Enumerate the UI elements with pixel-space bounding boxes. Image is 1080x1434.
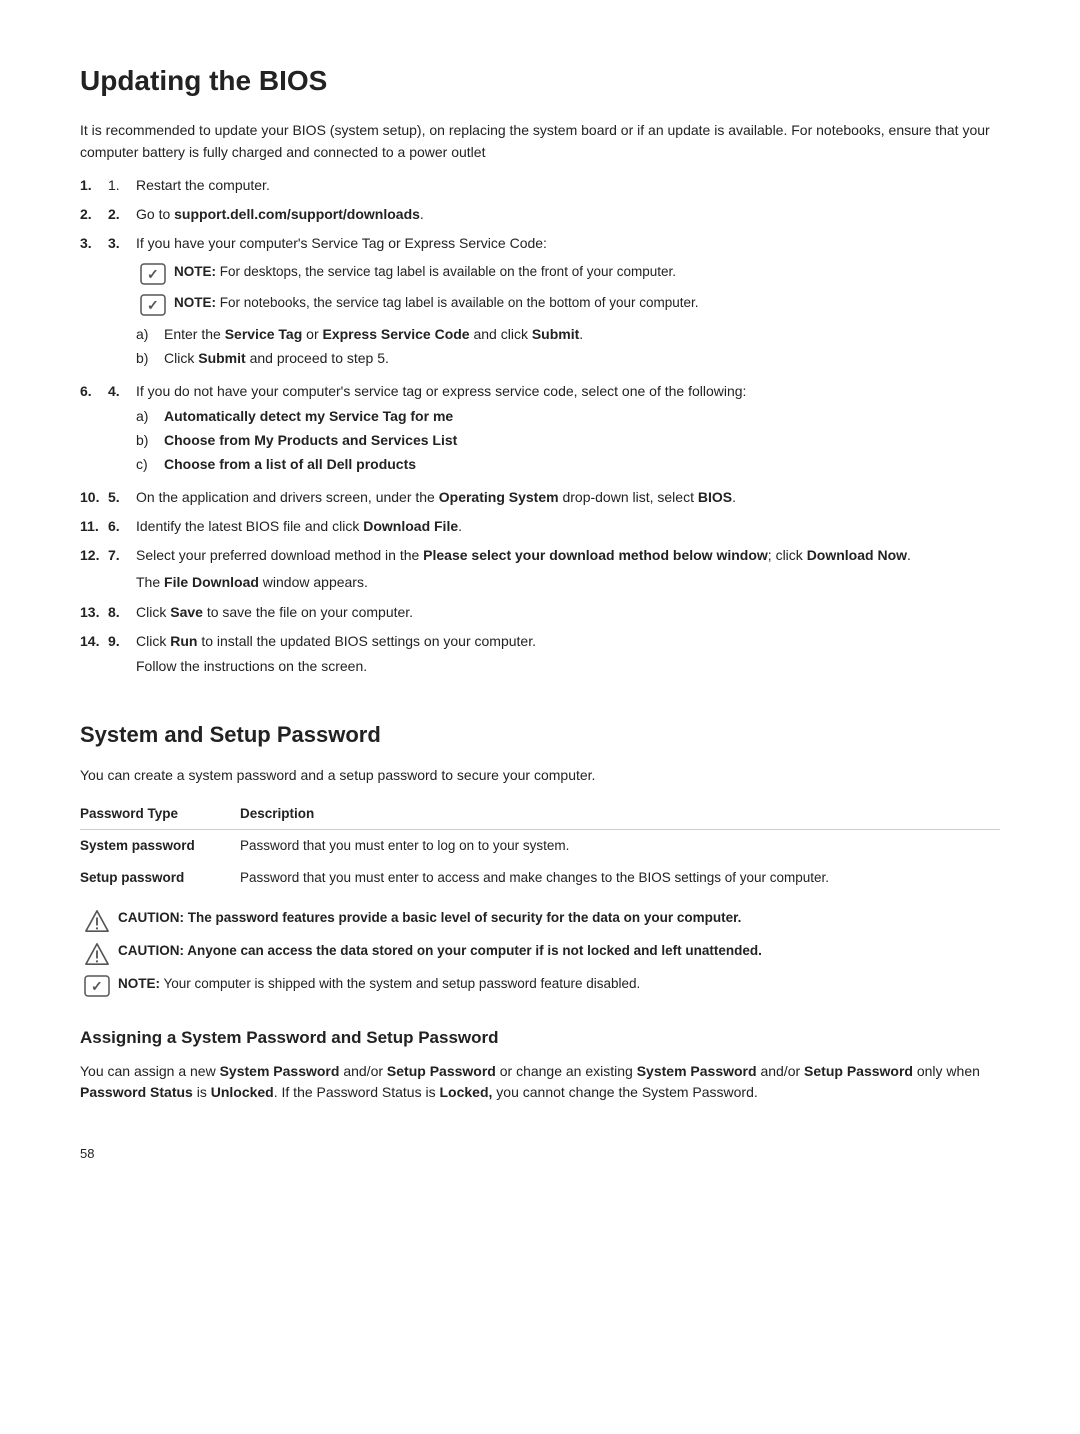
step-3a-text: Enter the Service Tag or Express Service… [164, 324, 583, 345]
note-3b: ✓ NOTE: For notebooks, the service tag l… [136, 293, 1000, 316]
step-2-number: 2. [108, 204, 136, 225]
step-4c-label: c) [136, 454, 164, 475]
note-icon-password: ✓ [84, 975, 110, 997]
caution-text-1: CAUTION: The password features provide a… [118, 908, 1000, 928]
table-header-type: Password Type [80, 800, 240, 829]
caution-2: CAUTION: Anyone can access the data stor… [80, 941, 1000, 966]
table-cell-setup-type: Setup password [80, 862, 240, 894]
caution-text-2: CAUTION: Anyone can access the data stor… [118, 941, 1000, 961]
step-7: 7. Select your preferred download method… [80, 545, 1000, 594]
step-3a: a) Enter the Service Tag or Express Serv… [136, 324, 1000, 345]
step-6-content: Identify the latest BIOS file and click … [136, 516, 1000, 537]
table-header-description: Description [240, 800, 1000, 829]
caution-1: CAUTION: The password features provide a… [80, 908, 1000, 933]
step-8-number: 8. [108, 602, 136, 623]
step-9-number: 9. [108, 631, 136, 652]
step-8-content: Click Save to save the file on your comp… [136, 602, 1000, 623]
page-number: 58 [80, 1144, 1000, 1164]
step-4a-label: a) [136, 406, 164, 427]
table-row-setup: Setup password Password that you must en… [80, 862, 1000, 894]
table-cell-system-desc: Password that you must enter to log on t… [240, 829, 1000, 862]
subsection-text: You can assign a new System Password and… [80, 1061, 1000, 1104]
step-7-content: Select your preferred download method in… [136, 545, 1000, 594]
step-5-content: On the application and drivers screen, u… [136, 487, 1000, 508]
step-2: 2. Go to support.dell.com/support/downlo… [80, 204, 1000, 225]
note-icon-3b: ✓ [140, 294, 166, 316]
subsection-title: Assigning a System Password and Setup Pa… [80, 1025, 1000, 1051]
step-4a: a) Automatically detect my Service Tag f… [136, 406, 1000, 427]
password-intro: You can create a system password and a s… [80, 765, 1000, 787]
svg-text:✓: ✓ [147, 297, 159, 313]
step-8: 8. Click Save to save the file on your c… [80, 602, 1000, 623]
step-5: 5. On the application and drivers screen… [80, 487, 1000, 508]
caution-icon-2 [84, 942, 110, 966]
bios-intro: It is recommended to update your BIOS (s… [80, 120, 1000, 163]
bios-steps-list: 1. Restart the computer. 2. Go to suppor… [80, 175, 1000, 677]
step-3b-label: b) [136, 348, 164, 369]
step-4c: c) Choose from a list of all Dell produc… [136, 454, 1000, 475]
step-4b-label: b) [136, 430, 164, 451]
step-3-sub: a) Enter the Service Tag or Express Serv… [136, 324, 1000, 369]
step-7-number: 7. [108, 545, 136, 566]
svg-text:✓: ✓ [147, 266, 159, 282]
note-icon-3a: ✓ [140, 263, 166, 285]
table-cell-setup-desc: Password that you must enter to access a… [240, 862, 1000, 894]
step-9: 9. Click Run to install the updated BIOS… [80, 631, 1000, 678]
step-3-number: 3. [108, 233, 136, 254]
step-4-content: If you do not have your computer's servi… [136, 381, 1000, 479]
step-4b-text: Choose from My Products and Services Lis… [164, 430, 457, 451]
step-4: 4. If you do not have your computer's se… [80, 381, 1000, 479]
step-3: 3. If you have your computer's Service T… [80, 233, 1000, 373]
note-text-3b: NOTE: For notebooks, the service tag lab… [174, 293, 1000, 313]
step-3b: b) Click Submit and proceed to step 5. [136, 348, 1000, 369]
password-title: System and Setup Password [80, 718, 1000, 751]
step-4-number: 4. [108, 381, 136, 402]
step-9-content: Click Run to install the updated BIOS se… [136, 631, 1000, 678]
step-3b-text: Click Submit and proceed to step 5. [164, 348, 389, 369]
step-1-number: 1. [108, 175, 136, 196]
step-4c-text: Choose from a list of all Dell products [164, 454, 416, 475]
caution-icon-1 [84, 909, 110, 933]
step-6: 6. Identify the latest BIOS file and cli… [80, 516, 1000, 537]
password-table: Password Type Description System passwor… [80, 800, 1000, 894]
svg-text:✓: ✓ [91, 978, 103, 994]
password-note: ✓ NOTE: Your computer is shipped with th… [80, 974, 1000, 997]
step-3a-label: a) [136, 324, 164, 345]
table-cell-system-type: System password [80, 829, 240, 862]
step-6-number: 6. [108, 516, 136, 537]
note-text-password: NOTE: Your computer is shipped with the … [118, 974, 1000, 994]
step-2-content: Go to support.dell.com/support/downloads… [136, 204, 1000, 225]
step-1-content: Restart the computer. [136, 175, 1000, 196]
step-1: 1. Restart the computer. [80, 175, 1000, 196]
bios-title: Updating the BIOS [80, 60, 1000, 102]
note-3a: ✓ NOTE: For desktops, the service tag la… [136, 262, 1000, 285]
step-4a-text: Automatically detect my Service Tag for … [164, 406, 453, 427]
step-3-content: If you have your computer's Service Tag … [136, 233, 1000, 373]
table-row-system: System password Password that you must e… [80, 829, 1000, 862]
step-4-sub: a) Automatically detect my Service Tag f… [136, 406, 1000, 475]
note-text-3a: NOTE: For desktops, the service tag labe… [174, 262, 1000, 282]
step-4b: b) Choose from My Products and Services … [136, 430, 1000, 451]
step-5-number: 5. [108, 487, 136, 508]
